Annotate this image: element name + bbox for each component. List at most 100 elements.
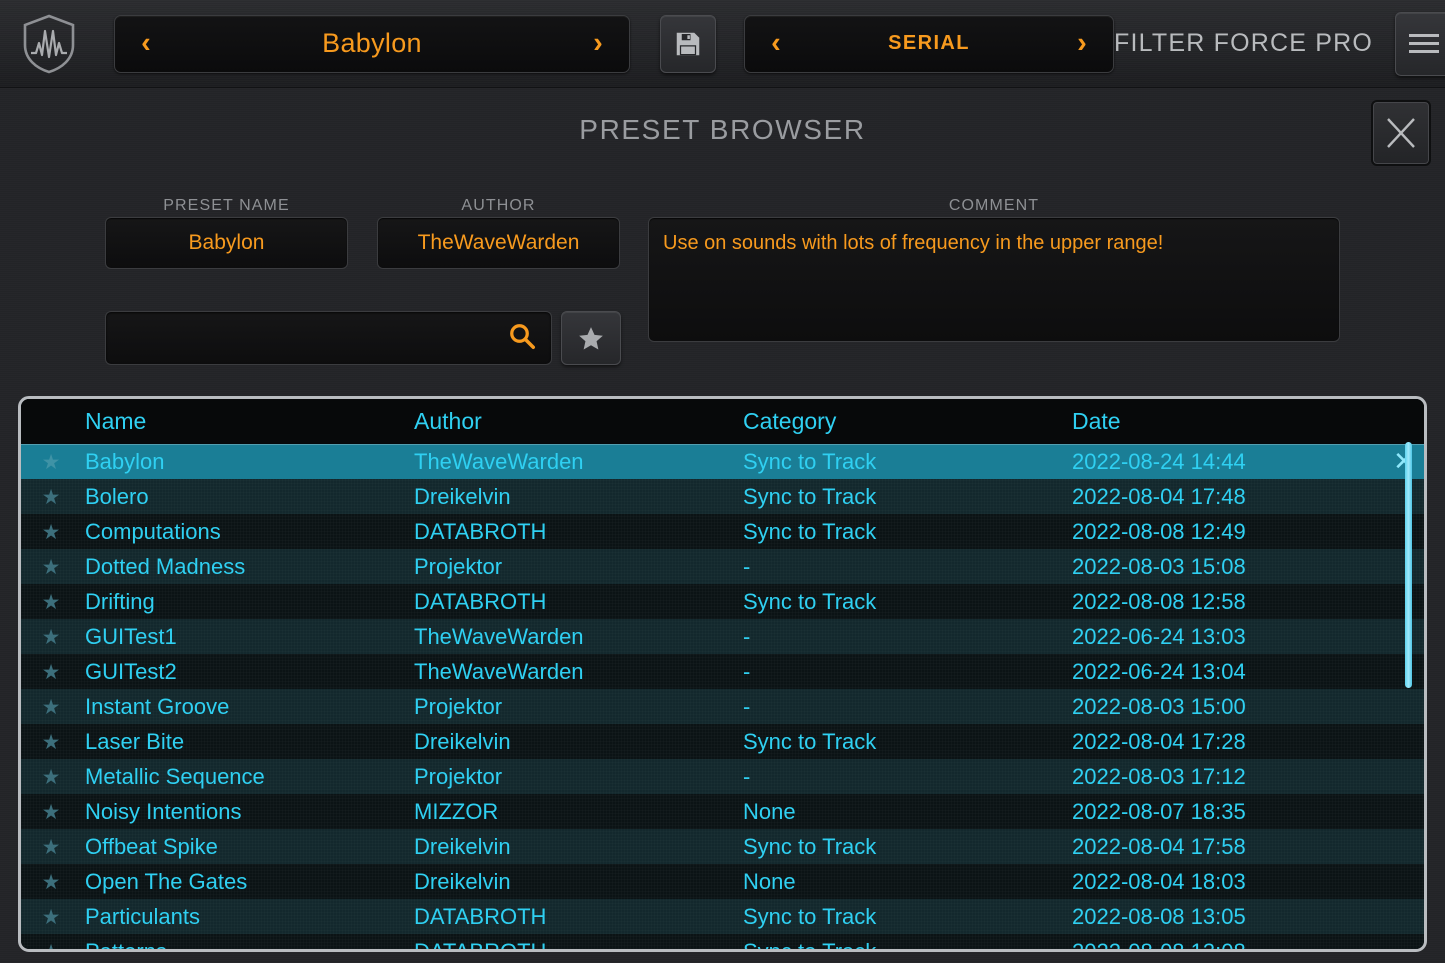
- search-magnifier-icon[interactable]: [507, 321, 537, 356]
- row-date: 2022-08-04 17:58: [1072, 834, 1246, 860]
- table-row[interactable]: ★Metallic SequenceProjektor-2022-08-03 1…: [21, 759, 1424, 794]
- row-author: Projektor: [414, 554, 502, 580]
- row-name: Patterns: [85, 939, 167, 953]
- favorite-star-icon[interactable]: ★: [33, 659, 69, 685]
- mode-value-display: SERIAL: [789, 32, 1069, 55]
- row-category: Sync to Track: [743, 729, 876, 755]
- favorite-star-icon[interactable]: ★: [33, 904, 69, 930]
- shield-waveform-logo-icon: [14, 9, 84, 79]
- column-header-author[interactable]: Author: [414, 408, 482, 435]
- favorites-filter-button[interactable]: [561, 311, 621, 365]
- table-row[interactable]: ★ Patterns DATABROTH Sync to Track 2022-08-0…: [21, 934, 1424, 952]
- row-author: DATABROTH: [414, 904, 546, 930]
- row-category: None: [743, 869, 796, 895]
- preset-name-label: PRESET NAME: [105, 197, 348, 215]
- browser-header: PRESET BROWSER: [0, 88, 1445, 180]
- table-row[interactable]: ★Open The GatesDreikelvinNone2022-08-04 …: [21, 864, 1424, 899]
- table-row[interactable]: ★DriftingDATABROTHSync to Track2022-08-0…: [21, 584, 1424, 619]
- row-date: 2022-08-03 17:12: [1072, 764, 1246, 790]
- table-row[interactable]: ★ Instant Groove Projektor - 2022-08-03 15:0…: [21, 689, 1424, 724]
- hamburger-menu-button[interactable]: [1395, 12, 1445, 76]
- row-author: DATABROTH: [414, 589, 546, 615]
- column-header-category[interactable]: Category: [743, 408, 836, 435]
- table-row[interactable]: ★GUITest2TheWaveWarden-2022-06-24 13:04: [21, 654, 1424, 689]
- row-name: Open The Gates: [85, 869, 247, 895]
- delete-preset-button[interactable]: ✕: [1389, 446, 1419, 477]
- favorite-star-icon[interactable]: ★: [33, 834, 69, 860]
- row-date: 2022-08-08 13:05: [1072, 904, 1246, 930]
- table-row[interactable]: ★ComputationsDATABROTHSync to Track2022-…: [21, 514, 1424, 549]
- row-author: Projektor: [414, 694, 502, 720]
- vertical-scrollbar[interactable]: [1405, 442, 1412, 688]
- preset-name-display: Babylon: [159, 28, 585, 59]
- favorite-star-icon[interactable]: ★: [33, 484, 69, 510]
- favorite-star-icon[interactable]: ★: [33, 449, 69, 475]
- row-author: TheWaveWarden: [414, 449, 584, 475]
- row-category: Sync to Track: [743, 484, 876, 510]
- favorite-star-icon[interactable]: ★: [33, 799, 69, 825]
- page-title: PRESET BROWSER: [0, 114, 1445, 146]
- table-row[interactable]: ★GUITest1TheWaveWarden-2022-06-24 13:03: [21, 619, 1424, 654]
- mode-selector[interactable]: ‹ SERIAL ›: [744, 15, 1114, 73]
- row-date: 2022-08-08 13:08: [1072, 939, 1246, 953]
- comment-input[interactable]: Use on sounds with lots of frequency in …: [648, 217, 1340, 342]
- row-category: -: [743, 694, 750, 720]
- author-label: AUTHOR: [377, 197, 620, 215]
- table-row[interactable]: ★ParticulantsDATABROTHSync to Track2022-…: [21, 899, 1424, 934]
- close-browser-button[interactable]: [1371, 100, 1431, 166]
- row-category: Sync to Track: [743, 449, 876, 475]
- save-button[interactable]: [660, 15, 716, 73]
- row-category: -: [743, 659, 750, 685]
- row-name: Noisy Intentions: [85, 799, 242, 825]
- mode-next-icon[interactable]: ›: [1069, 29, 1095, 58]
- favorite-star-icon[interactable]: ★: [33, 939, 69, 953]
- preset-name-input[interactable]: Babylon: [105, 217, 348, 269]
- column-header-date[interactable]: Date: [1072, 408, 1121, 435]
- author-input[interactable]: TheWaveWarden: [377, 217, 620, 269]
- search-field[interactable]: [105, 311, 552, 365]
- row-date: 2022-08-07 18:35: [1072, 799, 1246, 825]
- row-name: Laser Bite: [85, 729, 184, 755]
- row-author: DATABROTH: [414, 939, 546, 953]
- favorite-star-icon[interactable]: ★: [33, 554, 69, 580]
- favorite-star-icon[interactable]: ★: [33, 764, 69, 790]
- favorite-star-icon[interactable]: ★: [33, 694, 69, 720]
- hamburger-menu-icon: [1407, 31, 1441, 57]
- row-name: Particulants: [85, 904, 200, 930]
- table-row[interactable]: ★Dotted MadnessProjektor-2022-08-03 15:0…: [21, 549, 1424, 584]
- favorite-star-icon[interactable]: ★: [33, 589, 69, 615]
- column-header-name[interactable]: Name: [85, 408, 146, 435]
- mode-prev-icon[interactable]: ‹: [763, 29, 789, 58]
- table-row[interactable]: ★BoleroDreikelvinSync to Track2022-08-04…: [21, 479, 1424, 514]
- favorite-star-icon[interactable]: ★: [33, 624, 69, 650]
- row-author: Dreikelvin: [414, 869, 511, 895]
- row-name: Offbeat Spike: [85, 834, 218, 860]
- table-row[interactable]: ★Laser BiteDreikelvinSync to Track2022-0…: [21, 724, 1424, 759]
- row-name: GUITest2: [85, 659, 177, 685]
- table-row[interactable]: ★BabylonTheWaveWardenSync to Track2022-0…: [21, 444, 1424, 479]
- row-name: Drifting: [85, 589, 155, 615]
- preset-next-icon[interactable]: ›: [585, 29, 611, 58]
- row-category: -: [743, 554, 750, 580]
- row-author: Dreikelvin: [414, 484, 511, 510]
- search-input[interactable]: [120, 327, 507, 350]
- table-row[interactable]: ★Noisy IntentionsMIZZORNone2022-08-07 18…: [21, 794, 1424, 829]
- row-category: Sync to Track: [743, 519, 876, 545]
- preset-table: Name Author Category Date ★BabylonTheWav…: [21, 399, 1424, 949]
- row-name: GUITest1: [85, 624, 177, 650]
- preset-selector[interactable]: ‹ Babylon ›: [114, 15, 630, 73]
- row-date: 2022-08-24 14:44: [1072, 449, 1246, 475]
- favorite-star-icon[interactable]: ★: [33, 869, 69, 895]
- row-date: 2022-08-03 15:00: [1072, 694, 1246, 720]
- table-row[interactable]: ★Offbeat SpikeDreikelvinSync to Track202…: [21, 829, 1424, 864]
- row-category: Sync to Track: [743, 939, 876, 953]
- row-name: Instant Groove: [85, 694, 229, 720]
- close-x-icon: [1383, 113, 1419, 153]
- plugin-window: ‹ Babylon › ‹ SERIAL › FILTER FORCE PRO: [0, 0, 1445, 963]
- favorite-star-icon[interactable]: ★: [33, 729, 69, 755]
- row-author: DATABROTH: [414, 519, 546, 545]
- row-category: Sync to Track: [743, 589, 876, 615]
- row-author: MIZZOR: [414, 799, 498, 825]
- preset-prev-icon[interactable]: ‹: [133, 29, 159, 58]
- favorite-star-icon[interactable]: ★: [33, 519, 69, 545]
